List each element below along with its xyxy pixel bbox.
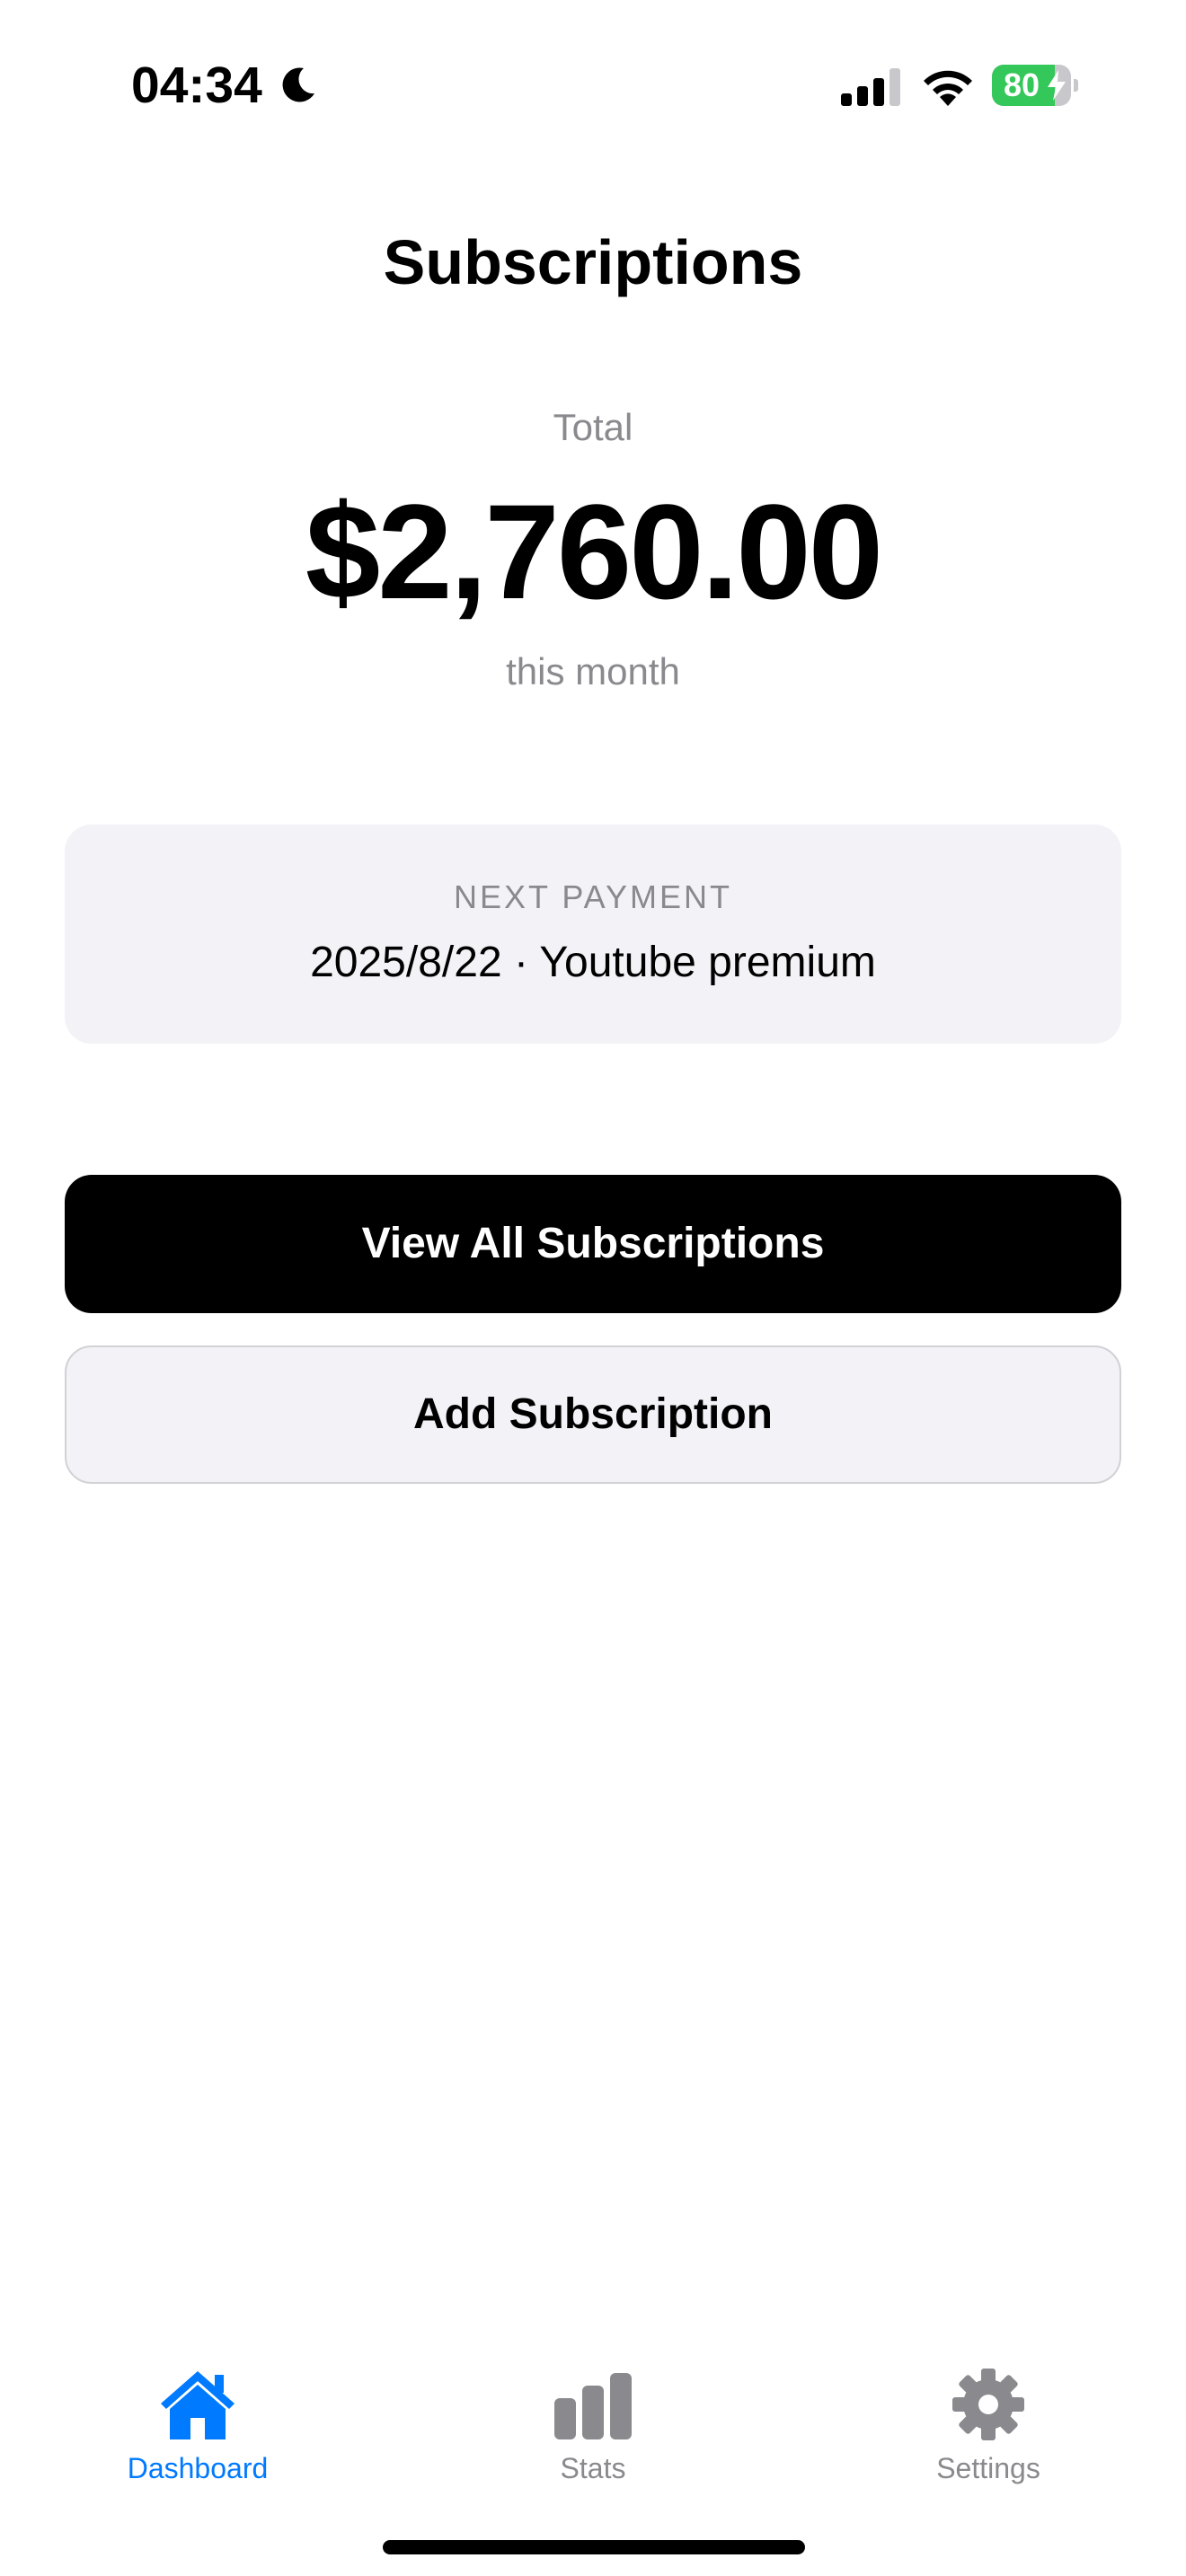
tab-label-stats: Stats (560, 2452, 626, 2484)
status-bar: 04:34 80 (0, 0, 1186, 171)
total-period-label: this month (506, 650, 680, 693)
home-indicator[interactable] (383, 2540, 805, 2554)
wifi-icon (924, 70, 972, 106)
total-label: Total (553, 406, 633, 448)
status-time: 04:34 (131, 57, 262, 114)
gear-icon (952, 2369, 1024, 2440)
house-icon (161, 2371, 235, 2439)
bar-chart-icon (554, 2373, 632, 2439)
tab-dashboard[interactable]: Dashboard (81, 2353, 314, 2488)
tab-settings[interactable]: Settings (872, 2353, 1105, 2488)
next-payment-card: NEXT PAYMENT 2025/8/22 · Youtube premium (65, 825, 1121, 1044)
app-screen: 04:34 80 Subscriptions Total $2,760.00 t… (0, 0, 1186, 2576)
next-payment-value: 2025/8/22 · Youtube premium (310, 939, 876, 986)
view-all-subscriptions-button[interactable]: View All Subscriptions (65, 1175, 1121, 1313)
total-amount: $2,760.00 (305, 476, 883, 627)
add-subscription-button[interactable]: Add Subscription (65, 1345, 1121, 1484)
page-title: Subscriptions (383, 227, 803, 297)
next-payment-label: NEXT PAYMENT (453, 878, 733, 915)
battery-indicator: 80 (992, 65, 1078, 106)
battery-percent: 80 (1003, 66, 1040, 103)
tab-stats[interactable]: Stats (476, 2353, 710, 2488)
tab-bar: Dashboard Stats Settings (0, 2353, 1186, 2497)
charging-bolt-icon (1048, 70, 1066, 101)
cellular-signal-icon (841, 68, 900, 106)
tab-label-dashboard: Dashboard (127, 2452, 269, 2484)
tab-label-settings: Settings (936, 2452, 1040, 2484)
moon-icon (282, 67, 314, 102)
